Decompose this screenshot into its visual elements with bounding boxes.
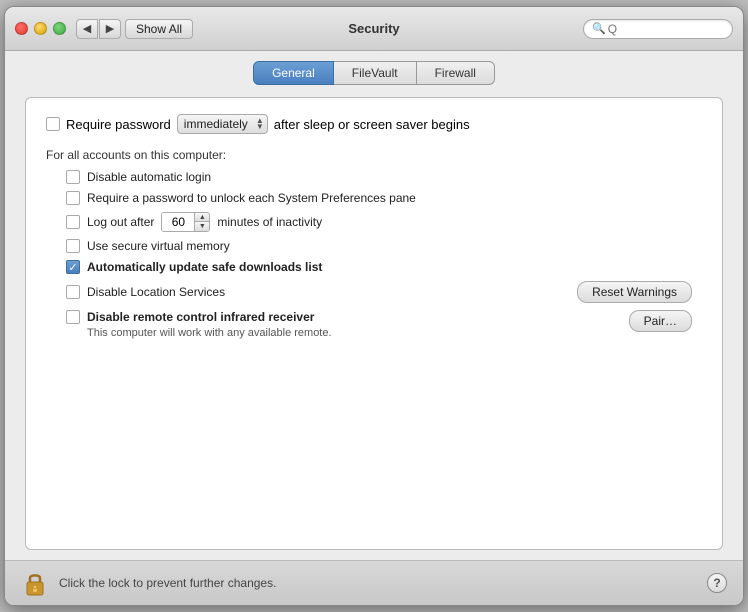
- disable-infrared-top: Disable remote control infrared receiver: [66, 310, 332, 324]
- disable-location-services-left: Disable Location Services: [66, 285, 225, 299]
- secure-virtual-memory-row: Use secure virtual memory: [66, 239, 702, 253]
- logout-after-label-after: minutes of inactivity: [217, 215, 322, 229]
- logout-after-label-before: Log out after: [87, 215, 154, 229]
- tab-general[interactable]: General: [253, 61, 334, 85]
- stepper-up-button[interactable]: ▲: [195, 213, 209, 222]
- require-password-dropdown[interactable]: immediately 5 seconds 1 minute 5 minutes…: [177, 114, 268, 134]
- require-password-unlock-checkbox[interactable]: [66, 191, 80, 205]
- require-password-unlock-label: Require a password to unlock each System…: [87, 191, 416, 205]
- disable-infrared-checkbox[interactable]: [66, 310, 80, 324]
- immediately-dropdown-wrapper: immediately 5 seconds 1 minute 5 minutes…: [177, 114, 268, 134]
- disable-infrared-subtext: This computer will work with any availab…: [87, 326, 332, 341]
- disable-location-services-row: Disable Location Services Reset Warnings: [66, 281, 702, 303]
- disable-auto-login-label: Disable automatic login: [87, 170, 211, 184]
- content-area: General FileVault Firewall Require passw…: [5, 51, 743, 560]
- bottom-bar: Click the lock to prevent further change…: [5, 560, 743, 605]
- close-button[interactable]: [15, 22, 28, 35]
- auto-update-safe-downloads-label: Automatically update safe downloads list: [87, 260, 322, 274]
- logout-after-row: Log out after ▲ ▼ minutes of inactivity: [66, 212, 702, 232]
- traffic-lights: [15, 22, 66, 35]
- show-all-button[interactable]: Show All: [125, 19, 193, 39]
- lock-instruction-text: Click the lock to prevent further change…: [59, 576, 697, 590]
- auto-update-safe-downloads-row: ✓ Automatically update safe downloads li…: [66, 260, 702, 274]
- logout-minutes-stepper: ▲ ▼: [194, 213, 209, 231]
- disable-location-services-checkbox[interactable]: [66, 285, 80, 299]
- auto-update-safe-downloads-checkbox[interactable]: ✓: [66, 260, 80, 274]
- settings-panel: Require password immediately 5 seconds 1…: [25, 97, 723, 550]
- secure-virtual-memory-checkbox[interactable]: [66, 239, 80, 253]
- disable-infrared-left: Disable remote control infrared receiver…: [66, 310, 332, 341]
- tab-firewall[interactable]: Firewall: [416, 61, 495, 85]
- search-box: 🔍: [583, 19, 733, 39]
- logout-minutes-input-wrapper: ▲ ▼: [161, 212, 210, 232]
- nav-buttons: ◀ ▶: [76, 19, 121, 39]
- help-button[interactable]: ?: [707, 573, 727, 593]
- window-title: Security: [348, 21, 399, 36]
- tab-filevault[interactable]: FileVault: [333, 61, 417, 85]
- disable-infrared-label: Disable remote control infrared receiver: [87, 310, 314, 324]
- secure-virtual-memory-label: Use secure virtual memory: [87, 239, 230, 253]
- require-password-label: Require password: [66, 117, 171, 132]
- require-password-checkbox[interactable]: [46, 117, 60, 131]
- back-button[interactable]: ◀: [76, 19, 98, 39]
- require-password-row: Require password immediately 5 seconds 1…: [46, 114, 702, 134]
- disable-location-services-label: Disable Location Services: [87, 285, 225, 299]
- search-input[interactable]: [608, 22, 724, 36]
- lock-icon[interactable]: [21, 569, 49, 597]
- for-all-accounts-label: For all accounts on this computer:: [46, 148, 702, 162]
- logout-after-checkbox[interactable]: [66, 215, 80, 229]
- tab-bar: General FileVault Firewall: [25, 61, 723, 85]
- disable-auto-login-row: Disable automatic login: [66, 170, 702, 184]
- minimize-button[interactable]: [34, 22, 47, 35]
- disable-auto-login-checkbox[interactable]: [66, 170, 80, 184]
- reset-warnings-button[interactable]: Reset Warnings: [577, 281, 692, 303]
- pair-button[interactable]: Pair…: [629, 310, 692, 332]
- after-sleep-label: after sleep or screen saver begins: [274, 117, 470, 132]
- main-window: ◀ ▶ Show All Security 🔍 General FileVaul…: [4, 6, 744, 606]
- maximize-button[interactable]: [53, 22, 66, 35]
- titlebar: ◀ ▶ Show All Security 🔍: [5, 7, 743, 51]
- require-password-unlock-row: Require a password to unlock each System…: [66, 191, 702, 205]
- logout-minutes-input[interactable]: [162, 213, 194, 231]
- forward-button[interactable]: ▶: [99, 19, 121, 39]
- disable-infrared-row: Disable remote control infrared receiver…: [66, 310, 702, 341]
- stepper-down-button[interactable]: ▼: [195, 222, 209, 231]
- search-icon: 🔍: [592, 22, 606, 35]
